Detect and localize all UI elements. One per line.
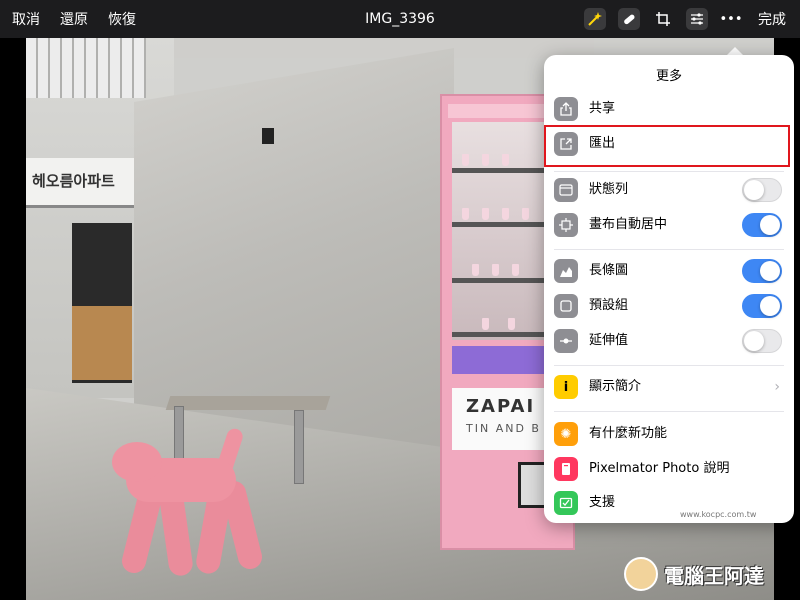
menu-divider bbox=[554, 365, 784, 366]
undo-button[interactable]: 還原 bbox=[60, 9, 88, 29]
menu-item-auto-center: 畫布自動居中 bbox=[544, 208, 794, 242]
wall-top bbox=[174, 38, 594, 58]
export-highlight-box bbox=[544, 125, 790, 167]
ml-enhance-icon[interactable] bbox=[584, 8, 606, 30]
menu-item-status-bar: 狀態列 bbox=[544, 173, 794, 207]
info-icon: i bbox=[554, 375, 578, 399]
auto-center-toggle[interactable] bbox=[742, 213, 782, 237]
product-cup bbox=[502, 154, 509, 166]
more-icon[interactable]: ••• bbox=[720, 8, 743, 30]
watermark: 電腦王阿達 bbox=[624, 554, 764, 594]
slider-icon bbox=[554, 329, 578, 353]
menu-item-label: 延伸值 bbox=[589, 333, 629, 348]
toggle-knob bbox=[760, 215, 780, 235]
product-cup bbox=[462, 208, 469, 220]
adjust-icon[interactable] bbox=[686, 8, 708, 30]
center-canvas-icon bbox=[554, 213, 578, 237]
product-cup bbox=[492, 264, 499, 276]
status-bar-icon bbox=[554, 178, 578, 202]
product-cup bbox=[482, 208, 489, 220]
chevron-right-icon: › bbox=[774, 379, 780, 395]
shop-sign-text: 헤오름아파트 bbox=[32, 172, 115, 190]
extended-values-toggle[interactable] bbox=[742, 329, 782, 353]
product-cup bbox=[522, 208, 529, 220]
presets-toggle[interactable] bbox=[742, 294, 782, 318]
vending-brand: ZAPAI bbox=[466, 396, 536, 417]
product-cup bbox=[462, 154, 469, 166]
status-bar-toggle[interactable] bbox=[742, 178, 782, 202]
toggle-knob bbox=[744, 180, 764, 200]
menu-item-label: 狀態列 bbox=[589, 182, 629, 197]
menu-item-label: 有什麼新功能 bbox=[589, 426, 668, 441]
product-cup bbox=[508, 318, 515, 330]
crop-icon[interactable] bbox=[652, 8, 674, 30]
menu-item-presets: 預設組 bbox=[544, 289, 794, 323]
presets-icon bbox=[554, 294, 578, 318]
toolbar-left-group: 取消 還原 恢復 bbox=[12, 0, 136, 38]
menu-item-show-intro[interactable]: i 顯示簡介 › bbox=[544, 370, 794, 404]
toggle-knob bbox=[760, 296, 780, 316]
histogram-toggle[interactable] bbox=[742, 259, 782, 283]
menu-item-extended-values: 延伸值 bbox=[544, 324, 794, 358]
menu-item-label: 長條圖 bbox=[589, 263, 629, 278]
menu-item-label: 預設組 bbox=[589, 298, 629, 313]
bench-seat bbox=[165, 396, 331, 410]
popover-title: 更多 bbox=[655, 69, 682, 84]
product-cup bbox=[482, 154, 489, 166]
watermark-url: www.kocpc.com.tw bbox=[680, 510, 757, 519]
done-button[interactable]: 完成 bbox=[758, 9, 786, 29]
help-book-icon bbox=[554, 457, 578, 481]
redo-button[interactable]: 恢復 bbox=[108, 9, 136, 29]
product-cup bbox=[512, 264, 519, 276]
histogram-icon bbox=[554, 259, 578, 283]
menu-item-label: 畫布自動居中 bbox=[589, 217, 668, 232]
product-cup bbox=[472, 264, 479, 276]
menu-item-histogram: 長條圖 bbox=[544, 254, 794, 288]
cancel-button[interactable]: 取消 bbox=[12, 9, 40, 29]
shop-wood-counter bbox=[72, 306, 132, 380]
repair-icon[interactable] bbox=[618, 8, 640, 30]
support-icon bbox=[554, 491, 578, 515]
toolbar-right-group: ••• 完成 bbox=[584, 0, 786, 38]
bench-leg bbox=[294, 410, 304, 484]
product-cup bbox=[482, 318, 489, 330]
menu-item-share[interactable]: 共享 bbox=[544, 92, 794, 126]
toggle-knob bbox=[744, 331, 764, 351]
menu-divider bbox=[554, 171, 784, 172]
menu-item-label: 顯示簡介 bbox=[589, 379, 642, 394]
menu-item-whats-new[interactable]: ✺ 有什麼新功能 bbox=[544, 417, 794, 451]
toggle-knob bbox=[760, 261, 780, 281]
share-icon bbox=[554, 97, 578, 121]
menu-item-support[interactable]: 支援 bbox=[544, 486, 794, 520]
shop-sign: 헤오름아파트 bbox=[26, 158, 138, 208]
menu-item-label: 共享 bbox=[589, 101, 616, 116]
product-cup bbox=[502, 208, 509, 220]
security-camera bbox=[262, 128, 274, 144]
menu-divider bbox=[554, 411, 784, 412]
menu-divider bbox=[554, 249, 784, 250]
vending-subtitle: TIN AND B bbox=[466, 422, 541, 435]
top-toolbar: 取消 還原 恢復 IMG_3396 ••• 完成 bbox=[0, 0, 800, 38]
menu-item-help[interactable]: Pixelmator Photo 說明 bbox=[544, 452, 794, 486]
menu-item-label: Pixelmator Photo 說明 bbox=[589, 461, 730, 476]
watermark-text: 電腦王阿達 bbox=[664, 563, 764, 588]
building-windows bbox=[26, 38, 146, 98]
menu-item-label: 支援 bbox=[589, 495, 616, 510]
dog-sculpture-head bbox=[112, 442, 162, 482]
sparkle-icon: ✺ bbox=[554, 422, 578, 446]
watermark-mascot-icon bbox=[624, 557, 658, 591]
